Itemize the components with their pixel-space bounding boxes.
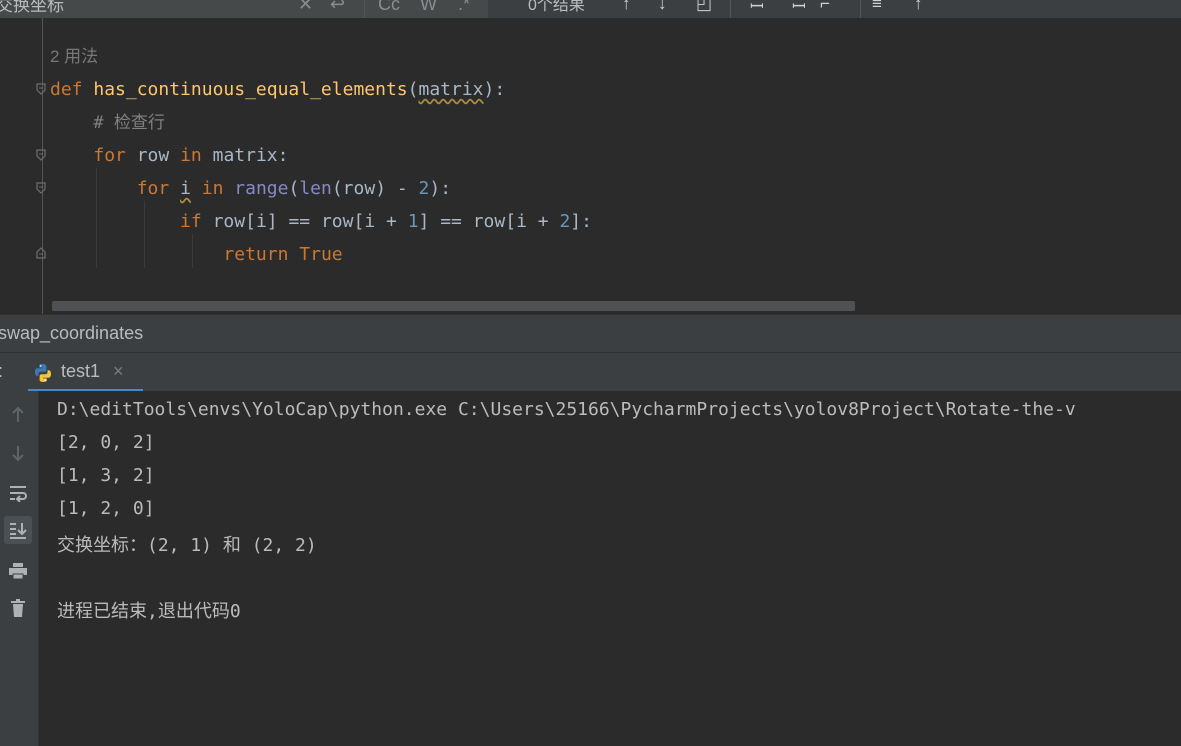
run-configuration-title: swap_coordinates: [0, 323, 144, 343]
console-output[interactable]: D:\editTools\envs\YoloCap\python.exe C:\…: [39, 391, 1181, 746]
fold-open-icon[interactable]: [36, 182, 46, 194]
select-all-occurrences-icon[interactable]: ◰: [696, 0, 712, 14]
console-line: 交换坐标：(2, 1) 和 (2, 2): [57, 535, 317, 556]
filter-icon[interactable]: ⌐: [820, 0, 830, 14]
fold-open-icon[interactable]: [36, 83, 46, 95]
find-query[interactable]: 交换坐标: [0, 0, 64, 16]
console-line-command: D:\editTools\envs\YoloCap\python.exe C:\…: [57, 399, 1076, 420]
tab-test1[interactable]: test1 ×: [28, 353, 143, 392]
soft-wrap-icon[interactable]: [4, 479, 32, 507]
code-line-def: def has_continuous_equal_elements(matrix…: [50, 79, 506, 100]
console-line: [1, 2, 0]: [57, 498, 155, 519]
run-window-header: swap_coordinates: [0, 314, 1181, 353]
scroll-to-end-icon[interactable]: [4, 516, 32, 544]
trash-icon[interactable]: [4, 594, 32, 622]
code-line-for-i: for i in range(len(row) - 2):: [136, 178, 452, 199]
console-line-exit: 进程已结束,退出代码0: [57, 601, 241, 622]
find-input[interactable]: 交换坐标 ✕ ↩ Cc W .*: [0, 0, 488, 18]
remove-occurrence-icon[interactable]: ꟷ: [792, 0, 806, 17]
code-line-if: if row[i] == row[i + 1] == row[i + 2]:: [180, 211, 592, 232]
usages-hint[interactable]: 2 用法: [50, 42, 98, 67]
console-line: [2, 0, 2]: [57, 432, 155, 453]
run-tab-label[interactable]: test1: [61, 361, 100, 382]
match-case-icon[interactable]: Cc: [378, 0, 400, 15]
code-line-comment: # 检查行: [93, 113, 165, 133]
whole-words-icon[interactable]: W: [420, 0, 437, 15]
clear-icon[interactable]: ✕: [298, 0, 313, 15]
add-occurrence-icon[interactable]: ꟷ: [750, 0, 764, 17]
gutter-divider: [42, 18, 43, 314]
print-icon[interactable]: [4, 557, 32, 585]
next-occurrence-icon[interactable]: ↓: [658, 0, 667, 14]
fold-open-icon[interactable]: [36, 149, 46, 161]
history-icon[interactable]: ↩: [330, 0, 345, 15]
horizontal-scrollbar[interactable]: [52, 301, 855, 311]
down-arrow-icon[interactable]: [4, 439, 32, 467]
find-toolbar: 交换坐标 ✕ ↩ Cc W .* 0个结果 ↑ ↓ ◰ ꟷ ꟷ ⌐ ≡ ↑: [0, 0, 1181, 18]
run-label-colon: :: [0, 361, 3, 382]
fold-close-icon[interactable]: [36, 247, 46, 259]
find-results-count: 0个结果: [528, 0, 585, 14]
up-arrow-icon[interactable]: [4, 401, 32, 429]
close-tab-icon[interactable]: ×: [113, 361, 124, 382]
pin-icon[interactable]: ↑: [914, 0, 923, 14]
code-line-return: return True: [223, 244, 343, 265]
code-editor[interactable]: 2 用法 def has_continuous_equal_elements(m…: [0, 18, 1181, 314]
python-icon: [33, 363, 53, 388]
run-tab-bar: : test1 ×: [0, 352, 1181, 392]
open-in-window-icon[interactable]: ≡: [872, 0, 882, 14]
code-line-for-row: for row in matrix:: [93, 145, 289, 166]
previous-occurrence-icon[interactable]: ↑: [622, 0, 631, 14]
regex-icon[interactable]: .*: [458, 0, 470, 15]
console-side-toolbar: [0, 391, 39, 746]
console-line: [1, 3, 2]: [57, 465, 155, 486]
